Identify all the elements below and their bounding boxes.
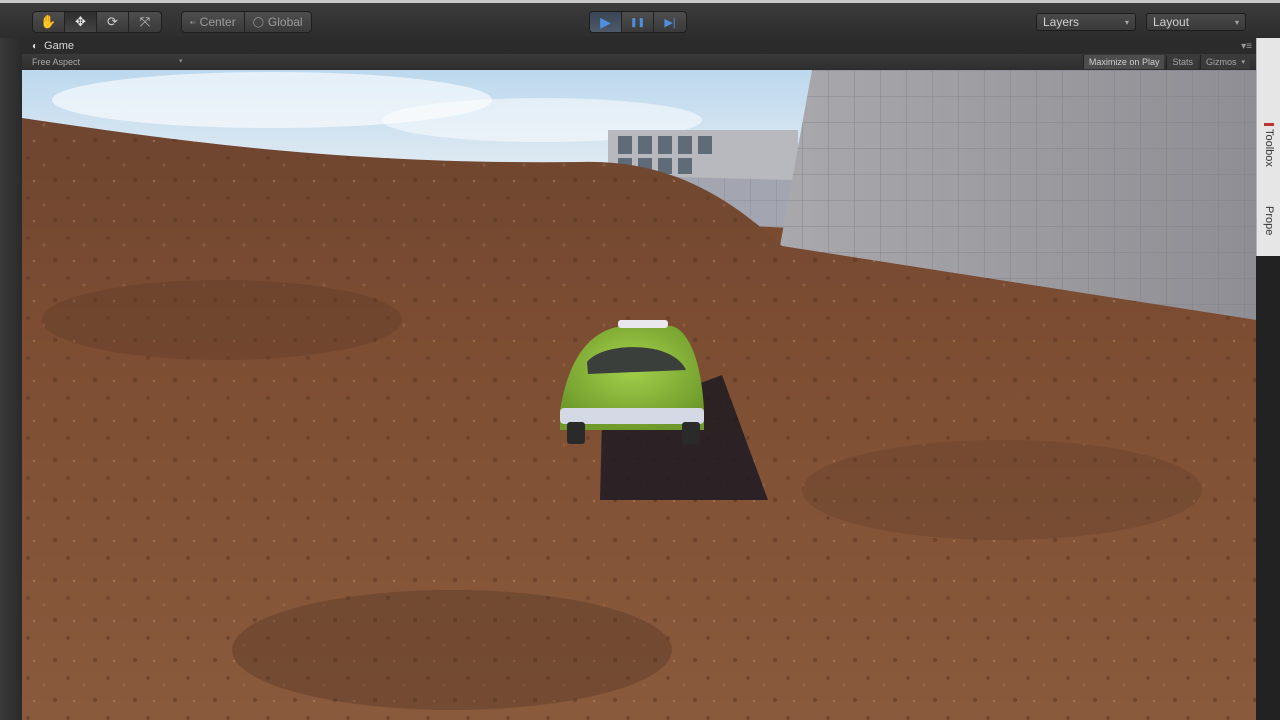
step-icon[interactable]: ▶| (654, 12, 686, 32)
rotate-icon[interactable]: ⟳ (97, 12, 129, 32)
toolbox-icon: ▬ (1264, 118, 1274, 129)
side-dark-area (1256, 256, 1280, 720)
chevron-down-icon: ▾ (179, 58, 183, 65)
chevron-down-icon: ▾ (1234, 17, 1239, 27)
pivot-center-icon: ▪▫ (190, 17, 196, 27)
layers-dropdown[interactable]: Layers ▾ (1036, 13, 1136, 31)
properties-label: Prope (1263, 206, 1275, 236)
pivot-center-button[interactable]: ▪▫ Center (182, 12, 245, 32)
left-edge (0, 38, 22, 720)
aspect-dropdown[interactable]: Free Aspect (32, 57, 80, 67)
pivot-toggles: ▪▫ Center ◯ Global (181, 11, 312, 33)
panel-menu-icon[interactable]: ▾≡ (1241, 41, 1252, 52)
game-control-bar: Free Aspect ▾ Maximize on Play Stats Giz… (22, 54, 1256, 70)
layout-dropdown[interactable]: Layout ▾ (1146, 13, 1246, 31)
toolbox-label: Toolbox (1263, 129, 1275, 167)
chevron-down-icon: ▾ (1241, 59, 1245, 66)
globe-icon: ◯ (252, 16, 264, 28)
pivot-center-label: Center (199, 15, 236, 29)
game-tab-label: Game (44, 40, 75, 52)
gizmos-button[interactable]: Gizmos ▾ (1199, 55, 1250, 69)
game-panel-tab[interactable]: ◐ Game ▾≡ (22, 38, 1256, 54)
chevron-down-icon: ▾ (1124, 17, 1129, 27)
pivot-global-button[interactable]: ◯ Global (245, 12, 311, 32)
main-toolbar: ✋ ✥ ⟳ ⤧ ▪▫ Center ◯ Global ▶ ❚❚ ▶| Layer… (0, 0, 1280, 38)
scene-render (22, 70, 1256, 720)
layers-label: Layers (1043, 15, 1080, 29)
game-viewport[interactable] (22, 70, 1256, 720)
game-bar-buttons: Maximize on Play Stats Gizmos ▾ (1081, 54, 1250, 70)
layout-label: Layout (1153, 15, 1190, 29)
stats-button[interactable]: Stats (1166, 55, 1198, 69)
pivot-global-label: Global (267, 15, 303, 29)
move-icon[interactable]: ✥ (65, 12, 97, 32)
pause-icon[interactable]: ❚❚ (622, 12, 654, 32)
hand-icon[interactable]: ✋ (33, 12, 65, 32)
playback-controls: ▶ ❚❚ ▶| (589, 11, 687, 33)
maximize-on-play-button[interactable]: Maximize on Play (1082, 55, 1165, 69)
scale-icon[interactable]: ⤧ (129, 12, 161, 32)
tab-toolbox[interactable]: ▬ Toolbox (1259, 118, 1279, 218)
game-tab-icon: ◐ (32, 40, 39, 52)
play-icon[interactable]: ▶ (590, 12, 622, 32)
transform-tools: ✋ ✥ ⟳ ⤧ (32, 11, 162, 33)
